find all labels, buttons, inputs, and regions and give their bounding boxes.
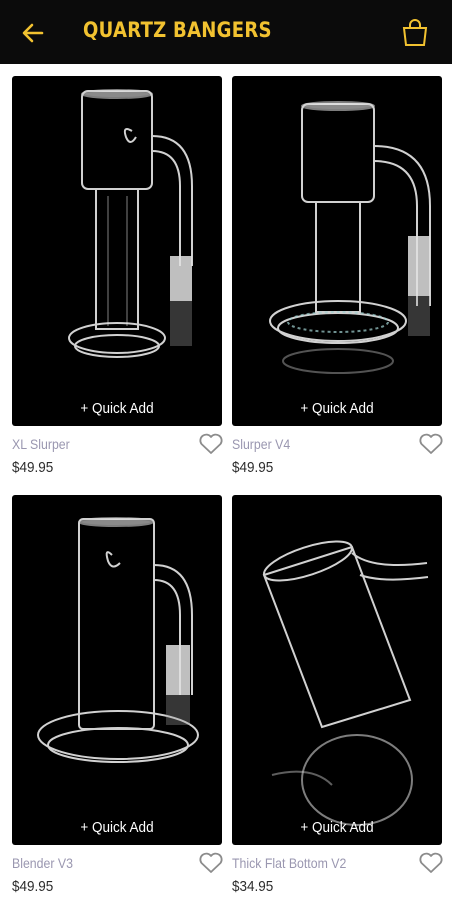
quick-add-button[interactable]: + Quick Add [243, 400, 432, 417]
heart-outline-icon[interactable] [418, 432, 444, 456]
product-price: $49.95 [232, 459, 274, 476]
product-price: $34.95 [232, 878, 274, 895]
heart-outline-icon[interactable] [198, 432, 224, 456]
product-name[interactable]: XL Slurper [12, 436, 70, 452]
page-title: QUARTZ BANGERS [83, 18, 272, 42]
quick-add-button[interactable]: + Quick Add [23, 819, 212, 836]
top-app-bar: QUARTZ BANGERS [0, 0, 452, 64]
back-arrow-icon[interactable] [20, 20, 46, 46]
product-name[interactable]: Slurper V4 [232, 436, 290, 452]
quick-add-button[interactable]: + Quick Add [23, 400, 212, 417]
product-price: $49.95 [12, 878, 54, 895]
heart-outline-icon[interactable] [198, 851, 224, 875]
product-name[interactable]: Blender V3 [12, 855, 73, 871]
quick-add-button[interactable]: + Quick Add [243, 819, 432, 836]
product-name[interactable]: Thick Flat Bottom V2 [232, 855, 346, 871]
product-image[interactable]: + Quick Add [12, 495, 222, 845]
product-image[interactable]: + Quick Add [232, 495, 442, 845]
heart-outline-icon[interactable] [418, 851, 444, 875]
product-image[interactable]: + Quick Add [232, 76, 442, 426]
product-price: $49.95 [12, 459, 54, 476]
product-image[interactable]: + Quick Add [12, 76, 222, 426]
shopping-bag-icon[interactable] [401, 17, 429, 47]
